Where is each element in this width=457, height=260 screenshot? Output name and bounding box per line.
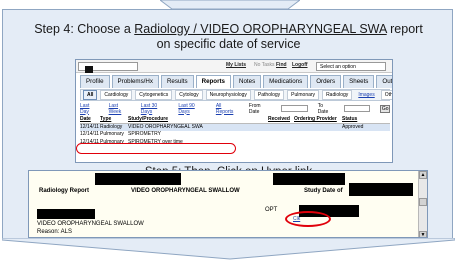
cell-provider [290, 124, 342, 132]
table-row[interactable]: 12/14/11 Radiology VIDEO OROPHARYNGEAL S… [80, 123, 390, 132]
cell-received [206, 131, 290, 139]
date-filter-bar: Last Day Last Week Last 30 Days Last 90 … [80, 102, 390, 115]
scroll-down-icon[interactable]: ▼ [419, 231, 427, 237]
col-date[interactable]: Date [80, 116, 100, 123]
tab-orders[interactable]: Orders [310, 75, 342, 88]
cell-provider [290, 131, 342, 139]
col-received[interactable]: Received [206, 116, 290, 123]
filter-last-30[interactable]: Last 30 Days [141, 103, 169, 115]
cell-date: 12/14/11 [80, 131, 100, 137]
col-provider[interactable]: Ordering Provider [290, 116, 342, 123]
tutorial-slide: Step 4: Choose a Radiology / VIDEO OROPH… [0, 0, 457, 260]
cell-type: Pulmonary [100, 131, 124, 137]
redacted-block [273, 173, 345, 185]
filter-last-day[interactable]: Last Day [80, 103, 99, 115]
report-line: VIDEO OROPHARYNGEAL SWALLOW [37, 221, 144, 227]
hyperlink-ring-highlight [285, 211, 331, 227]
subtab-radiology[interactable]: Radiology [322, 90, 353, 100]
from-date-input[interactable] [281, 105, 308, 112]
selection-ring-highlight [76, 143, 236, 154]
main-tabs: Profile Problems/Hx Results Reports Note… [80, 75, 392, 88]
subtab-images[interactable]: Images [355, 91, 377, 99]
cell-status [342, 131, 390, 139]
filter-all-reports[interactable]: All Reports [216, 103, 239, 115]
filter-last-week[interactable]: Last Week [109, 103, 131, 115]
other-reports-select[interactable]: Other reports... [380, 90, 392, 100]
to-date-label: To Date [317, 102, 329, 115]
my-lists-link[interactable]: My Lists [226, 62, 246, 68]
option-select[interactable]: Select an option [316, 62, 386, 71]
tab-outside-records[interactable]: Outside Records [376, 75, 392, 88]
no-tasks-link[interactable]: No Tasks [254, 62, 274, 68]
patient-box[interactable] [78, 62, 138, 73]
opt-label: OPT [265, 207, 278, 213]
tab-medications[interactable]: Medications [263, 75, 309, 88]
col-type[interactable]: Type [100, 116, 128, 123]
cell-received [206, 124, 290, 132]
report-study: VIDEO OROPHARYNGEAL SWALLOW [131, 188, 240, 194]
panel-bottom-shape [2, 238, 455, 260]
reason-text: Reason: ALS [37, 229, 73, 235]
tab-problems[interactable]: Problems/Hx [111, 75, 159, 88]
redacted-block [95, 173, 181, 185]
logoff-link[interactable]: Logoff [292, 62, 308, 68]
grid-header: Date Type Study/Procedure Received Order… [80, 116, 390, 124]
step4-line2: on specific date of service [156, 37, 301, 51]
tab-profile[interactable]: Profile [80, 75, 110, 88]
cell-type: Radiology [100, 123, 123, 130]
cell-study: SPIROMETRY [128, 131, 161, 137]
col-study[interactable]: Study/Procedure [128, 116, 206, 123]
report-title: Radiology Report [39, 188, 90, 194]
subtab-pulmonary[interactable]: Pulmonary [287, 90, 320, 100]
from-date-label: From Date [248, 102, 261, 115]
cell-provider [290, 139, 342, 147]
tab-notes[interactable]: Notes [233, 75, 262, 88]
ehr-reports-screenshot: My Lists No Tasks Find Logoff Select an … [75, 59, 393, 163]
filter-last-90[interactable]: Last 90 Days [178, 103, 206, 115]
subtab-cardiology[interactable]: Cardiology [100, 90, 133, 100]
step4-instruction: Step 4: Choose a Radiology / VIDEO OROPH… [3, 22, 454, 52]
go-button[interactable]: Go [380, 104, 390, 113]
cell-status [342, 139, 390, 147]
step4-prefix: Step 4: Choose a [34, 22, 135, 36]
ehr-report-screenshot: Radiology Report VIDEO OROPHARYNGEAL SWA… [28, 170, 428, 238]
tab-results[interactable]: Results [160, 75, 194, 88]
col-status[interactable]: Status [342, 116, 390, 123]
report-subtabs: All Cardiology Cytogenetics Cytology Neu… [80, 89, 392, 101]
ehr-toolbar: My Lists No Tasks Find Logoff Select an … [76, 60, 392, 73]
redacted-block [37, 209, 95, 219]
tab-sheets[interactable]: Sheets [343, 75, 375, 88]
to-date-input[interactable] [343, 105, 371, 112]
scroll-up-icon[interactable]: ▲ [419, 171, 427, 179]
step4-suffix: report [386, 22, 423, 36]
subtab-cytology[interactable]: Cytology [175, 90, 203, 100]
step4-highlight: Radiology / VIDEO OROPHARYNGEAL SWA [134, 22, 387, 36]
reports-grid: Date Type Study/Procedure Received Order… [80, 116, 390, 146]
redacted-block [349, 183, 413, 196]
subtab-pathology[interactable]: Pathology [253, 90, 285, 100]
cell-status: Approved [342, 123, 364, 130]
scrollbar[interactable]: ▲ ▼ [418, 171, 427, 237]
table-row[interactable]: 12/14/11 Pulmonary SPIROMETRY [80, 131, 390, 139]
subtab-cytogenetics[interactable]: Cytogenetics [135, 90, 173, 100]
subtab-neurophysiology[interactable]: Neurophysiology [205, 90, 251, 100]
tab-reports[interactable]: Reports [195, 75, 231, 88]
cell-study: VIDEO OROPHARYNGEAL SWA [128, 123, 203, 130]
redacted-block [85, 66, 93, 73]
scroll-thumb[interactable] [419, 198, 427, 206]
subtab-all[interactable]: All [83, 90, 98, 100]
find-link[interactable]: Find [276, 62, 287, 68]
study-date-label: Study Date of [304, 188, 343, 194]
cell-date: 12/14/11 [80, 123, 100, 130]
